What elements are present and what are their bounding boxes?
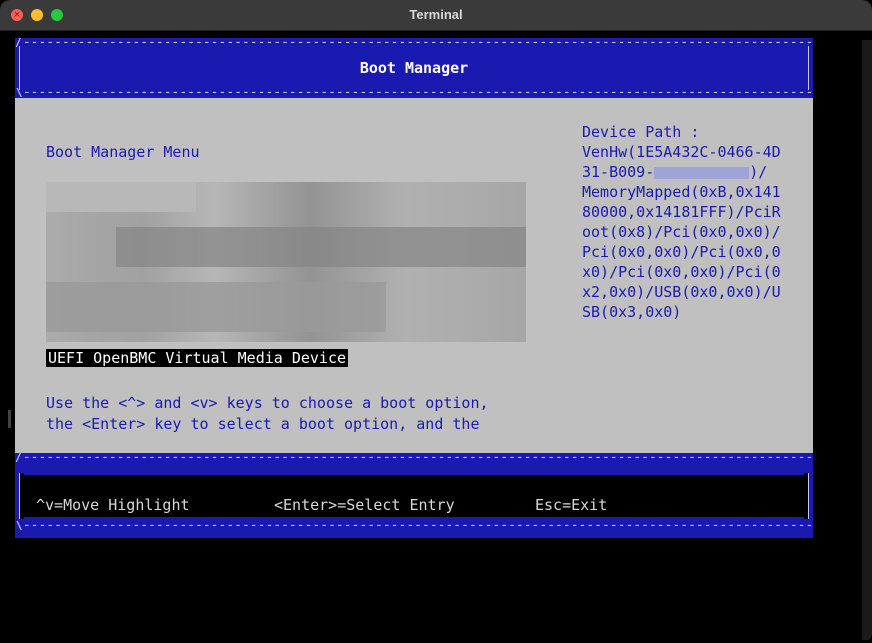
header-bottom-border: \---------------------------------------… [15, 88, 813, 98]
title-bar: × Terminal [0, 0, 872, 31]
device-path-line: MemoryMapped(0xB,0x141 [582, 183, 781, 201]
page-title: Boot Manager [359, 59, 469, 77]
scrollbar[interactable] [862, 40, 872, 640]
footer-bottom-border: \---------------------------------------… [15, 521, 813, 531]
footer-right-border [804, 473, 809, 519]
main-panel: Boot Manager Menu UEFI OpenBMC Virtual M… [15, 98, 813, 453]
help-line: the <Enter> key to select a boot option,… [46, 415, 480, 433]
terminal-window: × Terminal /----------------------------… [0, 0, 872, 643]
device-path-label: Device Path : [582, 123, 700, 141]
footer-panel: /---------------------------------------… [15, 453, 813, 538]
select-entry-hint: <Enter>=Select Entry [274, 496, 455, 514]
device-path-line: oot(0x8)/Pci(0x0,0x0)/ [582, 223, 781, 241]
device-path-text: )/ [749, 163, 768, 181]
device-path-line: x2,0x0)/USB(0x0,0x0)/U [582, 283, 781, 301]
blurred-boot-options [46, 182, 526, 342]
device-path: Device Path : VenHw(1E5A432C-0466-4D 31-B0… [582, 122, 807, 322]
exit-hint: Esc=Exit [535, 496, 608, 514]
window-title: Terminal [409, 7, 463, 22]
help-line: Use the <^> and <v> keys to choose a boo… [46, 394, 489, 412]
blur-block [46, 182, 196, 212]
move-highlight-hint: ^v=Move Highlight [36, 496, 190, 514]
header-panel: /---------------------------------------… [15, 38, 813, 98]
device-path-line: SB(0x3,0x0) [582, 303, 682, 321]
device-path-line: 80000,0x14181FFF)/PciR [582, 203, 781, 221]
device-path-line: 31-B009- )/ [582, 162, 807, 182]
menu-title: Boot Manager Menu [46, 143, 200, 161]
device-path-line: x0)/Pci(0x0,0x0)/Pci(0 [582, 263, 781, 281]
device-path-line: Pci(0x0,0x0)/Pci(0x0,0 [582, 243, 781, 261]
footer-top-border: /---------------------------------------… [15, 453, 813, 463]
redacted-guid [654, 166, 750, 179]
help-text: Use the <^> and <v> keys to choose a boo… [46, 393, 489, 435]
device-path-text: 31-B009- [582, 163, 655, 181]
footer-left-border [19, 473, 24, 519]
device-path-line: VenHw(1E5A432C-0466-4D [582, 143, 781, 161]
boot-option-selected[interactable]: UEFI OpenBMC Virtual Media Device [46, 349, 349, 367]
left-edge-marker [8, 410, 11, 428]
blur-block [46, 282, 386, 332]
header-top-border: /---------------------------------------… [15, 38, 813, 48]
blur-block [116, 227, 526, 267]
